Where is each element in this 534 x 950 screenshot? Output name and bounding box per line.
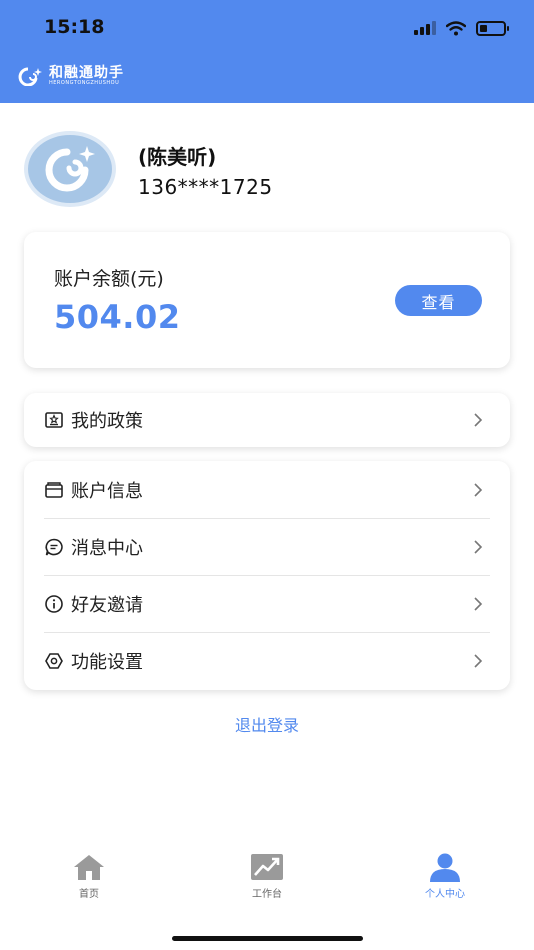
chevron-right-icon [474, 413, 483, 427]
chart-icon [250, 852, 284, 882]
logo-icon [18, 67, 42, 86]
menu-item-function-settings[interactable]: 功能设置 [24, 632, 510, 689]
tab-home[interactable]: 首页 [34, 852, 144, 912]
tab-label: 个人中心 [425, 889, 465, 900]
info-icon [44, 594, 64, 614]
app-header: 15:18 和融通助手 HERONGTONGZHUSHOU [0, 0, 534, 103]
menu-item-label: 功能设置 [71, 651, 143, 673]
view-balance-button[interactable]: 查看 [395, 285, 482, 316]
logout-link[interactable]: 退出登录 [0, 712, 534, 736]
app-logo: 和融通助手 HERONGTONGZHUSHOU [16, 66, 124, 86]
avatar-logo-icon [45, 146, 95, 192]
chevron-right-icon [474, 596, 483, 611]
wallet-icon [44, 480, 64, 500]
message-icon [44, 537, 64, 557]
policy-icon [44, 410, 64, 430]
chevron-right-icon [474, 482, 483, 497]
menu-item-policy[interactable]: 我的政策 [24, 393, 510, 447]
signal-icon [414, 21, 436, 35]
balance-card: 账户余额(元) 504.02 查看 [24, 232, 510, 368]
profile-phone: 136****1725 [138, 175, 273, 199]
profile-name: (陈美听) [138, 145, 217, 169]
logo-subtitle: HERONGTONGZHUSHOU [49, 80, 120, 86]
tab-workbench[interactable]: 工作台 [212, 852, 322, 912]
battery-icon [476, 20, 509, 36]
tab-label: 工作台 [252, 889, 282, 900]
chevron-right-icon [474, 653, 483, 668]
menu-item-label: 我的政策 [71, 411, 143, 432]
home-icon [72, 852, 106, 882]
menu-item-message-center[interactable]: 消息中心 [24, 518, 510, 575]
policy-card: 我的政策 [24, 393, 510, 447]
balance-label: 账户余额(元) [54, 268, 164, 290]
person-icon [428, 852, 462, 882]
logo-title: 和融通助手 [49, 65, 124, 81]
wifi-icon [446, 20, 466, 35]
home-indicator [172, 936, 363, 941]
tab-label: 首页 [79, 889, 99, 900]
tab-personal-center[interactable]: 个人中心 [390, 852, 500, 912]
status-icons [414, 18, 509, 38]
avatar[interactable] [24, 131, 116, 207]
menu-item-label: 消息中心 [71, 537, 143, 559]
menu-item-friend-invite[interactable]: 好友邀请 [24, 575, 510, 632]
tab-bar: 首页 工作台 个人中心 [0, 852, 534, 912]
menu-card: 账户信息 消息中心 好友邀请 功能设置 [24, 461, 510, 690]
menu-item-account-info[interactable]: 账户信息 [24, 461, 510, 518]
menu-item-label: 好友邀请 [71, 594, 143, 616]
balance-value: 504.02 [54, 298, 181, 336]
profile-section: (陈美听) 136****1725 [24, 131, 514, 211]
settings-icon [44, 651, 64, 671]
status-time: 15:18 [44, 16, 105, 38]
menu-item-label: 账户信息 [71, 480, 143, 502]
battery-level [480, 24, 487, 32]
chevron-right-icon [474, 539, 483, 554]
